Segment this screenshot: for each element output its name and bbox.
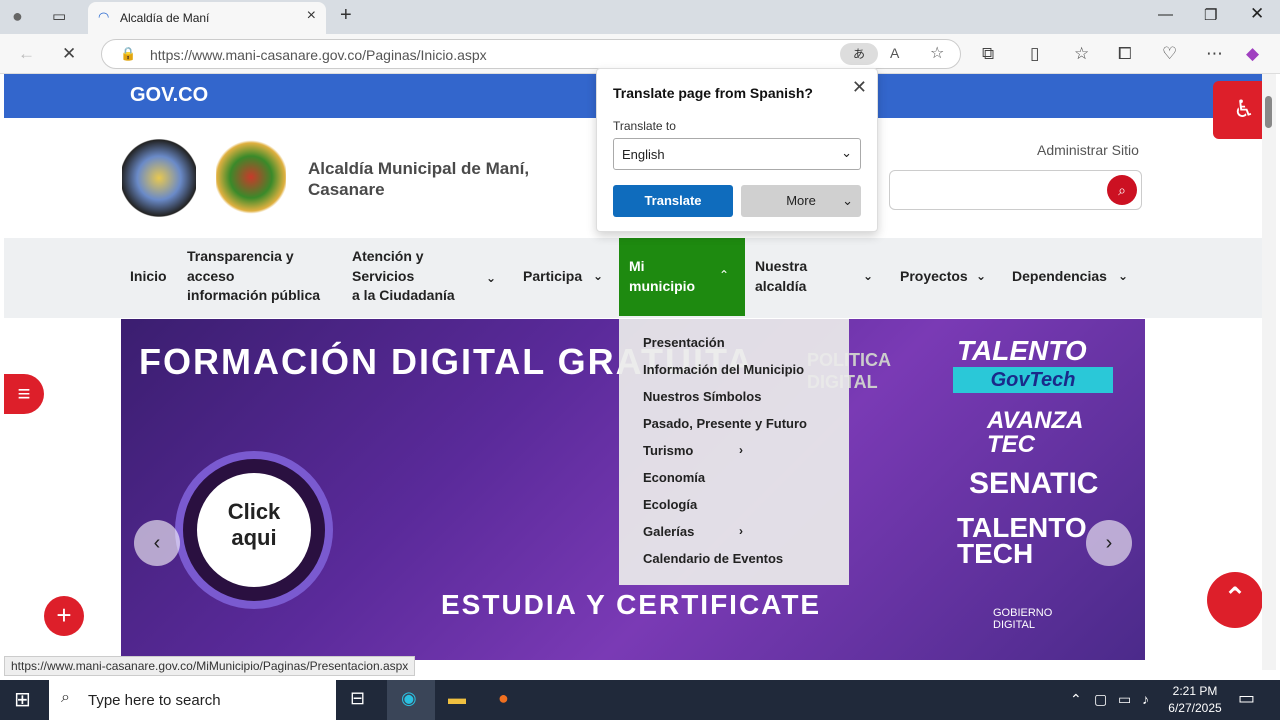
click-here-button[interactable]: Click aqui xyxy=(183,459,325,601)
dropdown-item-informacion[interactable]: Información del Municipio xyxy=(643,362,804,377)
back-icon[interactable]: ← xyxy=(18,44,35,64)
translate-popup: Translate page from Spanish? ✕ Translate… xyxy=(596,68,878,232)
language-select[interactable]: English ⌄ xyxy=(613,138,861,170)
menu-item-mi-municipio[interactable]: Mi municipio ⌃ xyxy=(619,238,745,316)
taskbar-search[interactable]: ⌕ Type here to search xyxy=(49,680,336,720)
address-bar[interactable]: 🔒 https://www.mani-casanare.gov.co/Pagin… xyxy=(101,39,961,69)
browser-tab[interactable]: ◠ Alcaldía de Maní × xyxy=(88,2,326,34)
show-hidden-icons[interactable]: ⌃ xyxy=(1070,691,1082,708)
dropdown-item-simbolos[interactable]: Nuestros Símbolos xyxy=(643,389,761,404)
chevron-down-icon: ⌄ xyxy=(976,269,987,283)
tab-title: Alcaldía de Maní xyxy=(120,11,210,25)
site-title: Alcaldía Municipal de Maní, Casanare xyxy=(308,159,530,199)
chevron-down-icon: ⌄ xyxy=(842,193,853,208)
translate-to-label: Translate to xyxy=(613,119,676,133)
admin-site-link[interactable]: Administrar Sitio xyxy=(1037,142,1139,158)
site-info-icon[interactable]: 🔒 xyxy=(120,46,136,62)
scroll-top-icon[interactable]: ⌃ xyxy=(1207,572,1262,628)
collections-icon[interactable]: ⧠ xyxy=(1118,44,1132,64)
gobierno-digital-logo: GOBIERNO DIGITAL xyxy=(993,607,1053,631)
stop-loading-icon[interactable]: ✕ xyxy=(62,44,76,64)
new-tab-icon[interactable]: + xyxy=(340,4,352,27)
plus-icon[interactable]: + xyxy=(44,596,84,636)
dropdown-item-calendario[interactable]: Calendario de Eventos xyxy=(643,551,783,566)
browser-title-bar: ● ▭ ◠ Alcaldía de Maní × + — ❐ ✕ xyxy=(0,0,1280,34)
banner-subline: ESTUDIA Y CERTIFICATE xyxy=(441,589,822,620)
task-view-icon[interactable]: ⊟ xyxy=(350,688,365,709)
more-button[interactable]: More ⌄ xyxy=(741,185,861,217)
read-aloud-icon[interactable]: A xyxy=(890,45,899,61)
close-tab-icon[interactable]: × xyxy=(307,7,316,25)
side-menu-icon[interactable]: ≡ xyxy=(4,374,44,414)
translate-icon[interactable]: あ xyxy=(840,43,878,65)
taskbar-clock[interactable]: 2:21 PM 6/27/2025 xyxy=(1160,683,1230,717)
dropdown-item-pasado[interactable]: Pasado, Presente y Futuro xyxy=(643,416,807,431)
menu-item-nuestra-alcaldia[interactable]: Nuestra alcaldía ⌄ xyxy=(755,257,875,296)
tab-actions-icon[interactable]: ▭ xyxy=(52,7,66,25)
chevron-down-icon: ⌄ xyxy=(593,269,604,283)
menu-item-dependencias[interactable]: Dependencias ⌄ xyxy=(1012,267,1132,287)
windows-taskbar: ⊞ ⌕ Type here to search ⊟ ◉ ▬ ● ⌃ ▢ ▭ ♪ … xyxy=(0,680,1280,720)
carousel-next-button[interactable]: › xyxy=(1086,520,1132,566)
firefox-icon[interactable]: ● xyxy=(498,688,509,709)
favorites-icon[interactable]: ☆ xyxy=(1074,44,1089,64)
chevron-down-icon: ⌄ xyxy=(863,269,874,283)
senatic-brand: SENATIC xyxy=(969,467,1099,500)
mi-municipio-dropdown: Presentación Información del Municipio N… xyxy=(619,319,849,585)
dropdown-item-economia[interactable]: Economía xyxy=(643,470,705,485)
restore-icon[interactable]: ❐ xyxy=(1204,6,1217,24)
avanza-tec-brand: AVANZA TEC xyxy=(987,407,1083,458)
menu-item-participa[interactable]: Participa ⌄ xyxy=(523,267,609,287)
gov-co-logo[interactable]: GOV.CO xyxy=(130,84,208,107)
menu-item-proyectos[interactable]: Proyectos ⌄ xyxy=(900,267,990,287)
page-scrollbar[interactable] xyxy=(1262,74,1276,670)
talento-brand: TALENTO xyxy=(957,335,1087,366)
volume-icon[interactable]: ♪ xyxy=(1142,691,1149,707)
file-explorer-icon[interactable]: ▬ xyxy=(448,688,466,709)
profile-icon[interactable]: ● xyxy=(12,6,23,27)
search-icon[interactable]: ⌕ xyxy=(1107,175,1137,205)
colombia-coat-of-arms-icon xyxy=(122,138,196,218)
copilot-icon[interactable]: ◆ xyxy=(1246,44,1259,64)
menu-item-transparencia[interactable]: Transparencia y acceso información pública xyxy=(187,247,320,306)
close-icon[interactable]: ✕ xyxy=(852,77,867,98)
dropdown-item-turismo[interactable]: Turismo › xyxy=(643,443,743,458)
close-window-icon[interactable]: ✕ xyxy=(1250,4,1264,24)
dropdown-item-presentacion[interactable]: Presentación xyxy=(643,335,725,350)
split-screen-icon[interactable]: ▯ xyxy=(1030,44,1039,64)
search-icon: ⌕ xyxy=(61,689,70,706)
chevron-up-icon: ⌃ xyxy=(719,268,730,282)
chevron-down-icon: ⌄ xyxy=(1118,269,1129,283)
chevron-right-icon: › xyxy=(739,443,743,457)
chevron-right-icon: › xyxy=(739,524,743,538)
device-icon[interactable]: ▢ xyxy=(1094,691,1107,708)
chevron-down-icon: ⌄ xyxy=(841,145,852,160)
windows-start-icon[interactable]: ⊞ xyxy=(14,687,31,712)
network-icon[interactable]: ▭ xyxy=(1118,691,1131,708)
main-menu: Inicio Transparencia y acceso información … xyxy=(4,238,1262,318)
mani-coat-of-arms-icon xyxy=(216,138,286,216)
chevron-down-icon: ⌄ xyxy=(486,271,497,285)
edge-taskbar-icon[interactable]: ◉ xyxy=(387,680,435,720)
status-url: https://www.mani-casanare.gov.co/MiMunic… xyxy=(4,656,416,676)
minimize-icon[interactable]: — xyxy=(1158,6,1173,23)
talento-tech-brand: TALENTO TECH xyxy=(957,512,1087,569)
search-placeholder: Type here to search xyxy=(88,692,221,709)
translate-title: Translate page from Spanish? xyxy=(613,85,813,101)
site-search-input[interactable]: ⌕ xyxy=(889,170,1142,210)
browser-essentials-icon[interactable]: ♡ xyxy=(1162,44,1177,64)
translate-button[interactable]: Translate xyxy=(613,185,733,217)
carousel-prev-button[interactable]: ‹ xyxy=(134,520,180,566)
settings-more-icon[interactable]: ⋯ xyxy=(1206,44,1223,64)
extensions-icon[interactable]: ⧉ xyxy=(982,44,994,64)
loading-icon: ◠ xyxy=(98,9,110,24)
menu-item-inicio[interactable]: Inicio xyxy=(130,267,167,287)
notifications-icon[interactable]: ▭ xyxy=(1238,688,1255,709)
dropdown-item-ecologia[interactable]: Ecología xyxy=(643,497,697,512)
url-text: https://www.mani-casanare.gov.co/Paginas… xyxy=(150,47,487,63)
favorite-star-icon[interactable]: ☆ xyxy=(930,43,944,63)
govtech-brand: GovTech xyxy=(953,367,1113,393)
menu-item-atencion[interactable]: Atención y Servicios a la Ciudadanía ⌄ xyxy=(352,247,502,306)
dropdown-item-galerias[interactable]: Galerías › xyxy=(643,524,743,539)
